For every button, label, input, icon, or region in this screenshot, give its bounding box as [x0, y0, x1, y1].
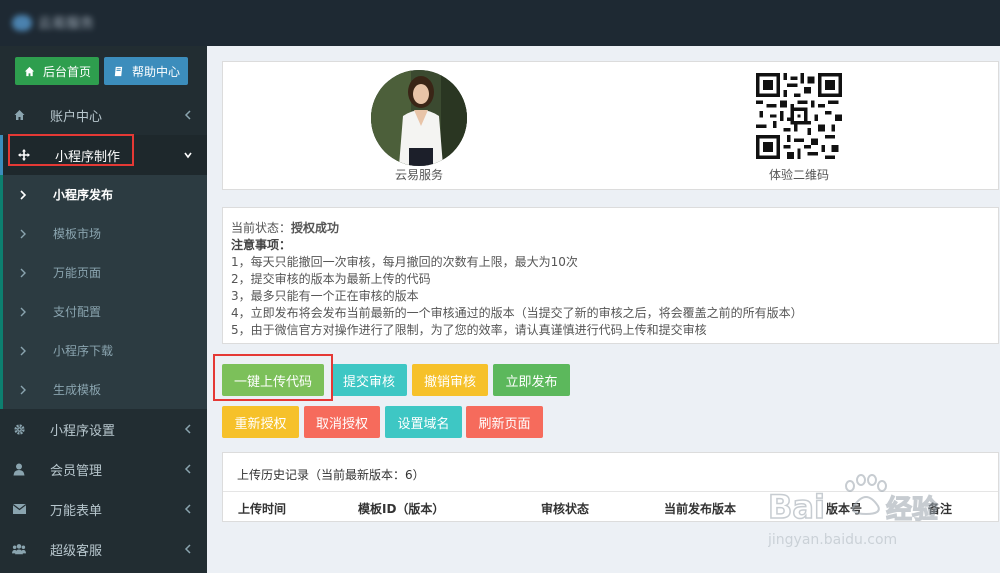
sidebar-sub-download[interactable]: 小程序下载: [0, 331, 207, 370]
logo-icon: [12, 15, 32, 31]
sidebar-item-label: 账户中心: [50, 109, 103, 125]
book-icon: [114, 66, 123, 76]
column-header: 当前发布版本: [664, 502, 737, 516]
chevron-left-icon: [184, 424, 191, 434]
dashboard-home-button[interactable]: 后台首页: [15, 57, 100, 85]
highlight-box-upload: [213, 354, 333, 401]
logo-text: 云易服务: [38, 16, 94, 32]
sidebar-item-members[interactable]: 会员管理: [0, 449, 207, 489]
chevron-right-icon: [20, 385, 26, 394]
status-value: 授权成功: [291, 221, 340, 235]
avatar: [371, 70, 467, 166]
history-title: 上传历史记录（当前最新版本：6）: [237, 468, 425, 482]
watermark-url: jingyan.baidu.com: [768, 532, 897, 548]
sidebar-sub-label: 支付配置: [53, 305, 102, 319]
chevron-left-icon: [184, 544, 191, 554]
sidebar-item-miniapp-settings[interactable]: 小程序设置: [0, 409, 207, 449]
chevron-right-icon: [20, 189, 27, 200]
status-line: 当前状态：授权成功: [231, 219, 339, 236]
chevron-right-icon: [20, 229, 26, 238]
sidebar-sub-generate-template[interactable]: 生成模板: [0, 370, 207, 409]
chevron-left-icon: [184, 110, 191, 120]
watermark-brand2: 经验: [886, 494, 938, 525]
status-label: 当前状态：: [231, 221, 292, 235]
chevron-right-icon: [20, 346, 26, 355]
cancel-authorization-button[interactable]: 取消授权: [304, 406, 380, 438]
submit-review-button[interactable]: 提交审核: [331, 364, 407, 396]
sidebar-item-label: 小程序设置: [50, 423, 116, 439]
dashboard-home-label: 后台首页: [43, 64, 92, 79]
sidebar-item-label: 万能表单: [50, 503, 103, 519]
sidebar-sub-label: 小程序发布: [53, 188, 114, 202]
refresh-page-button[interactable]: 刷新页面: [466, 406, 543, 438]
note-line: 4，立即发布将会发布当前最新的一个审核通过的版本（当提交了新的审核之后，将会覆盖…: [231, 306, 803, 320]
column-header: 上传时间: [238, 502, 287, 516]
app-logo[interactable]: 云易服务: [12, 12, 94, 34]
home-icon: [24, 66, 35, 76]
note-line: 5，由于微信官方对操作进行了限制，为了您的效率，请认真谨慎进行代码上传和提交审核: [231, 323, 707, 337]
note-line: 3，最多只能有一个正在审核的版本: [231, 289, 419, 303]
users-icon: [12, 542, 26, 556]
sidebar-item-label: 超级客服: [50, 543, 103, 559]
sidebar-sub-template-market[interactable]: 模板市场: [0, 214, 207, 253]
qr-label: 体验二维码: [768, 168, 829, 182]
chevron-left-icon: [184, 504, 191, 514]
chevron-left-icon: [184, 464, 191, 474]
highlight-box-publish: [8, 134, 134, 166]
profile-card: 云易服务 体验二维码: [222, 61, 999, 190]
sidebar-item-service[interactable]: 超级客服: [0, 529, 207, 569]
chevron-down-icon: [184, 152, 192, 159]
sidebar-item-forms[interactable]: 万能表单: [0, 489, 207, 529]
sidebar-sub-label: 小程序下载: [53, 344, 114, 358]
note-title: 注意事项：: [231, 238, 292, 252]
revoke-review-button[interactable]: 撤销审核: [412, 364, 488, 396]
sidebar-sub-label: 生成模板: [53, 383, 102, 397]
publish-now-button[interactable]: 立即发布: [493, 364, 570, 396]
chevron-right-icon: [20, 307, 26, 316]
sidebar: 后台首页 帮助中心 账户中心 小程序制作 小程序发布 模板市场 万能页面 支付配…: [0, 46, 207, 573]
sidebar-sub-universal-page[interactable]: 万能页面: [0, 253, 207, 292]
home-icon: [12, 108, 26, 122]
help-center-label: 帮助中心: [132, 64, 181, 79]
sidebar-sub-label: 模板市场: [53, 227, 102, 241]
set-domain-button[interactable]: 设置域名: [385, 406, 462, 438]
sidebar-sub-label: 万能页面: [53, 266, 102, 280]
profile-name: 云易服务: [394, 168, 443, 182]
column-header: 审核状态: [541, 502, 590, 516]
quick-links: 后台首页 帮助中心: [15, 57, 189, 85]
sidebar-sub-publish[interactable]: 小程序发布: [0, 175, 207, 214]
top-bar: 云易服务: [0, 0, 1000, 46]
note-line: 1，每天只能撤回一次审核，每月撤回的次数有上限，最大为10次: [231, 255, 578, 269]
column-header: 模板ID（版本）: [358, 502, 445, 516]
chevron-right-icon: [20, 268, 26, 277]
help-center-button[interactable]: 帮助中心: [104, 57, 189, 85]
sidebar-sub-payment-config[interactable]: 支付配置: [0, 292, 207, 331]
watermark-brand: Bai: [768, 488, 825, 526]
gear-icon: [12, 422, 26, 436]
reauthorize-button[interactable]: 重新授权: [222, 406, 299, 438]
qr-code-image: [756, 73, 842, 159]
sidebar-item-label: 会员管理: [50, 463, 103, 479]
envelope-icon: [12, 502, 26, 516]
notice-card: 当前状态：授权成功 注意事项： 1，每天只能撤回一次审核，每月撤回的次数有上限，…: [222, 207, 999, 344]
baidu-jingyan-watermark: Bai 经验 jingyan.baidu.com: [767, 466, 968, 566]
user-icon: [12, 462, 26, 476]
note-line: 2，提交审核的版本为最新上传的代码: [231, 272, 431, 286]
sidebar-item-account[interactable]: 账户中心: [0, 95, 207, 135]
